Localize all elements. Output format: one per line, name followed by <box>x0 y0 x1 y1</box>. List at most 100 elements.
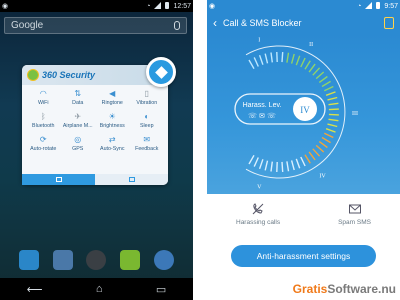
settings-doc-icon[interactable] <box>384 17 394 29</box>
screenshot-composite: ◉ ◔ 12:57 Google 360 Security ◠ WiFi ⇅ Data… <box>0 0 400 300</box>
left-phone-homescreen: ◉ ◔ 12:57 Google 360 Security ◠ WiFi ⇅ Data… <box>0 0 193 300</box>
gauge-tick <box>295 55 301 66</box>
gauge-mark-IV: IV <box>319 173 326 179</box>
gauge-tick <box>315 71 325 80</box>
vibration-icon: ▯ <box>144 89 149 98</box>
harassing-calls-shortcut[interactable]: Harassing calls <box>236 202 280 226</box>
security-logo-icon <box>27 69 39 81</box>
toggle-bluetooth[interactable]: ᛒ Bluetooth <box>26 112 61 131</box>
widget-title: 360 Security <box>42 70 96 80</box>
airplane-icon: ✈ <box>74 112 82 121</box>
brightness-icon: ☀ <box>108 112 116 121</box>
data-arrows-icon: ⇅ <box>74 89 82 98</box>
gauge-mark-III: III <box>352 111 358 117</box>
contacts-app-icon[interactable] <box>52 250 73 270</box>
tab-apps[interactable] <box>95 174 168 185</box>
toggle-label: Feedback <box>135 146 159 152</box>
speaker-icon: ◀ <box>109 89 116 98</box>
toggle-label: Bluetooth <box>32 123 55 129</box>
gauge-tick <box>253 57 259 67</box>
gauge-tick <box>312 148 321 157</box>
gps-icon: ◎ <box>74 135 82 144</box>
gauge-tick <box>312 67 321 76</box>
toggle-brightness[interactable]: ☀ Brightness <box>95 112 130 131</box>
gauge-tick <box>321 136 331 144</box>
app-dock <box>0 245 193 275</box>
gauge-tick <box>253 157 259 167</box>
gauge-tick <box>327 123 338 128</box>
gauge-tick <box>290 160 295 171</box>
phone-app-icon[interactable] <box>18 250 39 270</box>
bluetooth-icon: ᛒ <box>40 112 46 121</box>
gauge-tick <box>300 156 306 167</box>
navigation-bar: ⟵ ⌂ ▭ <box>0 278 193 300</box>
home-nav-icon[interactable]: ⌂ <box>96 283 103 295</box>
gauge-tick <box>328 118 339 122</box>
phone-block-icon <box>252 203 264 215</box>
spam-sms-shortcut[interactable]: Spam SMS <box>338 202 371 226</box>
toggle-airplane-m[interactable]: ✈ Airplane M... <box>61 112 96 131</box>
toggle-label: Ringtone <box>101 100 123 106</box>
gauge-tick <box>318 141 328 149</box>
status-time: 9:57 <box>384 2 398 10</box>
status-time: 12:57 <box>173 2 191 10</box>
app-drawer-icon[interactable] <box>86 250 107 270</box>
toggle-label: Sleep <box>139 123 154 129</box>
shortcut-label: Spam SMS <box>338 219 371 226</box>
gauge-tick <box>328 113 339 116</box>
back-nav-icon[interactable]: ⟵ <box>27 283 43 296</box>
toggle-sleep[interactable]: ◐ Sleep <box>130 112 165 131</box>
toggle-auto-rotate[interactable]: ⟳ Auto-rotate <box>26 135 61 154</box>
tab-toggles[interactable] <box>22 174 95 185</box>
gauge-mark-V: V <box>257 184 262 190</box>
sync-icon: ⇄ <box>108 135 116 144</box>
toggle-label: GPS <box>72 146 84 152</box>
mic-icon[interactable] <box>174 21 180 30</box>
gauge-tick <box>304 60 311 70</box>
browser-app-icon[interactable] <box>154 250 175 270</box>
status-bar: ◉ ◔ 12:57 <box>0 0 193 12</box>
toggle-grid: ◠ WiFi ⇅ Data ◀ Ringtone ▯ Vibration ᛒ Bluetooth ✈… <box>26 89 164 154</box>
gauge-tick <box>327 96 338 101</box>
signal-icon <box>152 1 163 11</box>
toggle-auto-sync[interactable]: ⇄ Auto-Sync <box>95 135 130 154</box>
gauge-tick <box>315 144 325 153</box>
recents-nav-icon[interactable]: ▭ <box>156 283 166 296</box>
right-phone-blocker: ◉ ◔ 9:57 ‹ Call & SMS Blocker Harass. Le… <box>207 0 400 300</box>
messaging-app-icon[interactable] <box>120 250 141 270</box>
watermark-suffix: Software.nu <box>327 282 396 296</box>
gauge-center-label: Harass. Lev. <box>243 102 282 109</box>
toggle-wifi[interactable]: ◠ WiFi <box>26 89 61 108</box>
gauge-tick <box>248 154 255 165</box>
level-value: IV <box>300 105 310 115</box>
toggle-feedback[interactable]: ✉ Feedback <box>130 135 165 154</box>
gauge-tick <box>323 85 334 92</box>
widget-launcher-button[interactable] <box>146 57 176 87</box>
shortcut-row: Harassing calls Spam SMS <box>207 194 400 234</box>
gauge-mark-I: I <box>258 38 260 44</box>
toggle-label: Data <box>72 100 84 106</box>
battery-icon <box>163 1 171 11</box>
toggle-vibration[interactable]: ▯ Vibration <box>130 89 165 108</box>
toggle-data[interactable]: ⇅ Data <box>61 89 96 108</box>
gauge-tick <box>270 161 273 172</box>
toggle-gps[interactable]: ◎ GPS <box>61 135 96 154</box>
gauge-tick <box>281 52 284 63</box>
widget-tabs <box>22 174 168 185</box>
toggle-label: Airplane M... <box>62 123 93 129</box>
gauge-tick <box>270 52 273 63</box>
google-search-bar[interactable]: Google <box>4 17 187 34</box>
gauge-tick <box>328 102 339 106</box>
search-placeholder: Google <box>11 20 44 31</box>
anti-harassment-settings-button[interactable]: Anti-harassment settings <box>231 245 376 267</box>
gauge-tick <box>281 161 284 172</box>
gauge-tick <box>328 108 339 111</box>
gauge-tick <box>286 161 290 172</box>
wifi-status-icon: ◔ <box>146 2 151 10</box>
gauge-tick <box>304 154 311 164</box>
harassment-gauge-panel: Harass. Lev. ☏ ✉ ☏ IV I II III IV V <box>207 34 400 194</box>
gauge-tick <box>308 63 316 73</box>
toggle-ringtone[interactable]: ◀ Ringtone <box>95 89 130 108</box>
gauge-tick <box>248 59 255 70</box>
back-arrow-icon[interactable]: ‹ <box>213 16 217 30</box>
